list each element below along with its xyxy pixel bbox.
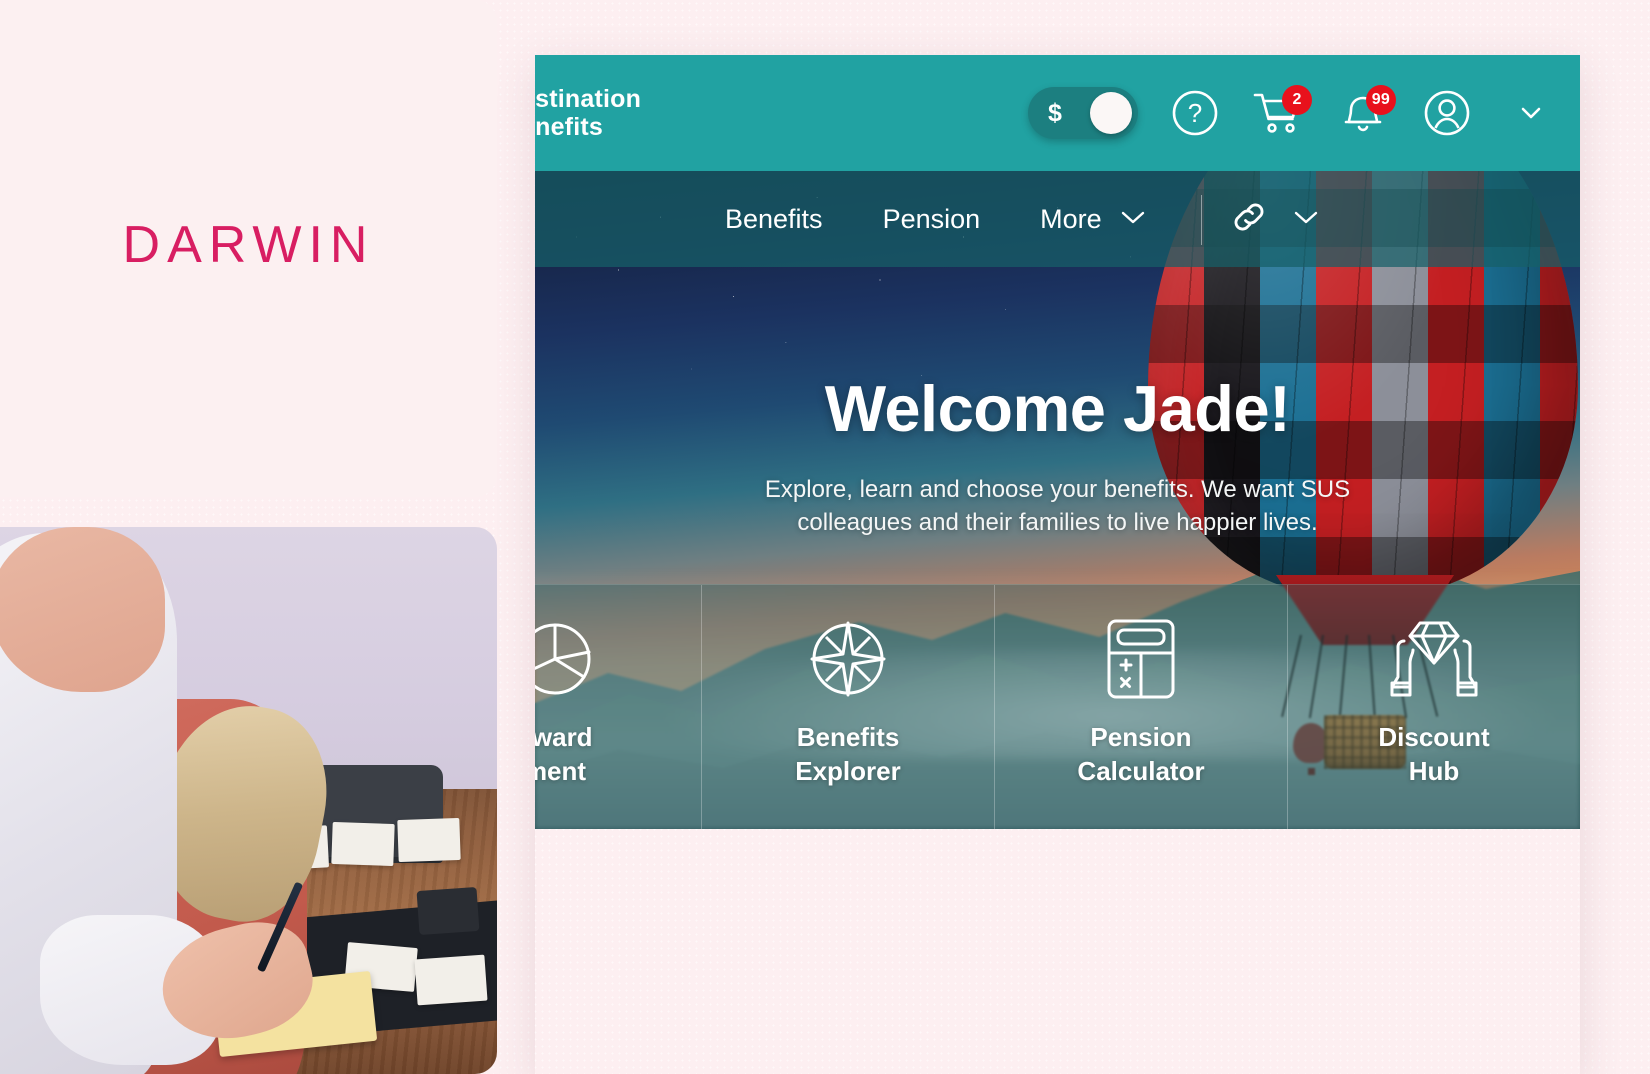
tile-pension-calculator[interactable]: Pension Calculator [995,585,1288,829]
avatar[interactable] [1420,86,1474,140]
account-menu-chevron-down-icon[interactable] [1504,86,1558,140]
chevron-down-icon [1118,204,1148,235]
quick-links-row: eward ment Benefits Explorer [535,584,1580,829]
office-photo [0,527,497,1074]
hero-subtitle: Explore, learn and choose your benefits.… [764,476,1351,536]
nav-item-pension[interactable]: Pension [853,204,1011,235]
tile-label: Discount Hub [1378,722,1490,786]
office-photo-card [0,527,497,1074]
app-header: estination enefits $ ? [535,55,1580,171]
photo-phone [416,886,480,936]
hero-banner: Benefits Pension More Welcome Jade! Expl… [535,171,1580,829]
currency-toggle[interactable]: $ [1028,87,1138,139]
logo-card: DARWIN [0,0,497,497]
darwin-logo: DARWIN [122,215,375,274]
benefits-app-window: estination enefits $ ? [535,55,1580,1074]
nav-label: More [1040,203,1102,234]
calculator-icon [1099,611,1183,707]
tile-benefits-explorer[interactable]: Benefits Explorer [702,585,995,829]
notifications-badge: 99 [1365,85,1396,115]
photo-paper-card [331,821,395,867]
toggle-knob [1090,92,1132,134]
nav-chevron-down-icon[interactable] [1291,206,1321,233]
photo-person-head [0,527,165,692]
compass-icon [802,611,894,707]
nav-secondary-actions [1227,195,1321,244]
cart-badge: 2 [1282,85,1312,115]
cart-icon[interactable]: 2 [1252,85,1312,140]
tile-discount-hub[interactable]: Discount Hub [1288,585,1580,829]
nav-item-more[interactable]: More [1010,204,1178,235]
nav-label: Benefits [725,203,823,234]
page-root: DARWIN estination enefits [0,0,1650,1074]
photo-paper-card [397,817,461,863]
tile-reward-statement[interactable]: eward ment [535,585,702,829]
help-icon[interactable]: ? [1168,86,1222,140]
notifications-icon[interactable]: 99 [1336,85,1396,140]
pie-chart-icon [535,611,601,707]
page-title: Welcome Jade! [824,372,1291,445]
diamond-hands-icon [1382,611,1486,707]
main-navigation: Benefits Pension More [535,171,1580,267]
tile-label: eward ment [535,722,593,786]
nav-item-benefits[interactable]: Benefits [695,204,853,235]
header-actions: $ ? 2 99 [1028,55,1558,171]
nav-divider [1201,195,1202,245]
hero-copy: Welcome Jade! Explore, learn and choose … [535,371,1580,539]
currency-symbol: $ [1048,98,1062,127]
app-title: estination enefits [535,84,642,142]
tile-label: Benefits Explorer [795,722,901,786]
photo-paper-card [414,954,488,1006]
nav-label: Pension [882,203,981,234]
tile-label: Pension Calculator [1077,722,1205,786]
link-icon[interactable] [1227,195,1271,244]
nav-items: Benefits Pension More [695,204,1178,235]
svg-text:?: ? [1188,98,1202,128]
